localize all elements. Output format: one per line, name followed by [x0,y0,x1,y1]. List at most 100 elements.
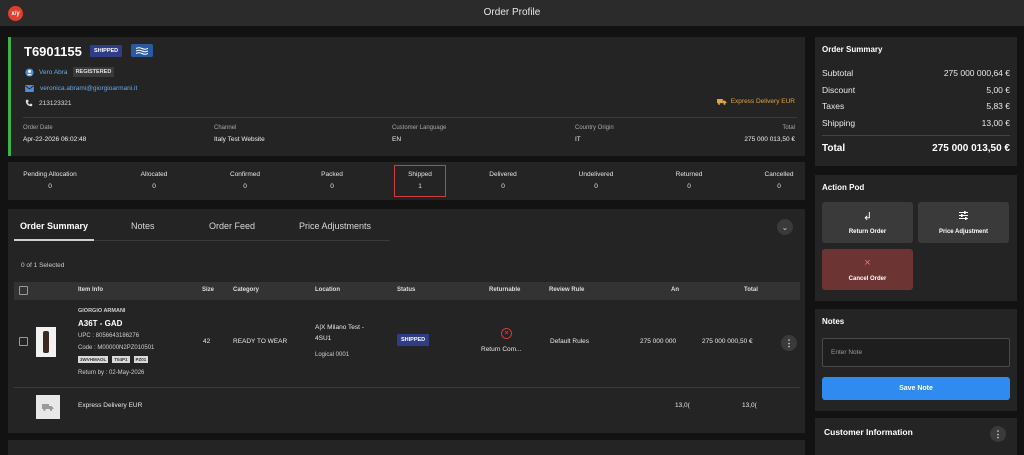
customer-row: Vero Abra REGISTERED [25,67,115,77]
status-packed[interactable]: Packed 0 [292,171,372,190]
cancel-order-button[interactable]: × Cancel Order [822,249,913,290]
truck-icon [36,395,60,419]
not-returnable-icon: × [501,328,512,339]
delivery-method-label: Express Delivery EUR [730,98,795,105]
next-panel-edge [8,440,805,455]
status-count: 0 [687,183,691,190]
summary-label: Discount [822,85,856,95]
meta-label: Order Date [23,125,53,131]
shipping-total: 13,0( [742,402,757,409]
order-header-card: T6901155 SHIPPED Vero Abra REGISTERED ve… [8,37,805,156]
item-return-by: Return by : 02-May-2026 [78,370,145,376]
tab-bar: Order Summary Notes Order Feed Price Adj… [14,221,390,241]
table-row-shipping[interactable]: Express Delivery EUR 13,0( 13,0( [14,389,800,429]
note-input[interactable] [822,338,1010,367]
return-order-button[interactable]: ↲ Return Order [822,202,913,243]
item-upc: UPC : 8056643186276 [78,333,140,339]
page-title: Order Profile [483,7,541,18]
status-count: 0 [594,183,598,190]
customer-menu-icon[interactable]: ⋮ [990,426,1006,442]
truck-icon [716,99,727,105]
status-strip: Pending Allocation 0 Allocated 0 Confirmed… [8,162,805,200]
product-thumbnail[interactable] [36,327,56,357]
item-code: Code : M00000N2PZ010501 [78,345,155,351]
item-total: 275 000 000,50 € [702,338,753,345]
status-shipped[interactable]: Shipped 1 [380,171,460,190]
row-menu-icon[interactable]: ⋮ [781,335,797,351]
meta-value: Apr-22-2026 06:02:48 [23,136,87,143]
tab-price-adjustments[interactable]: Price Adjustments [299,221,371,231]
status-allocated[interactable]: Allocated 0 [114,171,194,190]
item-size: 42 [203,338,211,345]
item-name: A36T - GAD [78,319,123,328]
return-arrow-icon: ↲ [862,211,873,223]
summary-label: Taxes [822,101,845,111]
status-count: 1 [418,183,422,190]
tab-notes[interactable]: Notes [131,221,155,231]
meta-country-origin: Country Origin IT [575,125,614,143]
customer-name-link[interactable]: Vero Abra [39,69,68,76]
summary-value: 5,00 € [986,85,1010,95]
item-location-line2: 4SU1 [315,335,332,342]
col-item-info: Item Info [78,287,103,293]
email-link[interactable]: veronica.abrami@giorgioarmani.it [40,85,137,92]
meta-value: 275 000 013,50 € [744,136,795,143]
summary-value: 275 000 000,64 € [943,68,1010,78]
summary-value: 5,83 € [986,101,1010,111]
table-row[interactable]: GIORGIO ARMANI A36T - GAD UPC : 80566431… [14,300,800,388]
item-status-badge: SHIPPED [397,334,430,346]
tab-order-feed[interactable]: Order Feed [209,221,255,231]
status-undelivered[interactable]: Undelivered 0 [556,171,636,190]
summary-total: Total 275 000 013,50 € [822,143,1010,154]
col-location: Location [315,287,340,293]
summary-subtotal: Subtotal 275 000 000,64 € [822,68,1010,78]
status-cancelled[interactable]: Cancelled 0 [739,171,819,190]
price-adjustment-button[interactable]: Price Adjustment [918,202,1009,243]
card-title: Action Pod [822,183,865,192]
save-note-button[interactable]: Save Note [822,377,1010,400]
summary-label: Subtotal [822,68,854,78]
status-label: Allocated [140,171,168,178]
status-returned[interactable]: Returned 0 [649,171,729,190]
meta-value: IT [575,136,581,143]
status-confirmed[interactable]: Confirmed 0 [205,171,285,190]
button-label: Return Order [848,229,887,235]
selection-count: 0 of 1 Selected [21,262,65,269]
select-all-checkbox[interactable] [19,286,28,295]
chevron-down-icon[interactable]: ⌄ [777,219,793,235]
button-label: Cancel Order [848,276,887,282]
status-label: Undelivered [578,171,614,178]
item-tag: 3WVHMAOL [78,356,109,363]
status-badge: SHIPPED [90,45,123,57]
close-icon: × [864,257,871,269]
status-label: Confirmed [230,171,260,178]
status-count: 0 [243,183,247,190]
status-label: Returned [675,171,703,178]
button-label: Price Adjustment [938,229,989,235]
item-location-line1: A|X Milano Test - [315,324,364,331]
phone-icon [25,99,33,107]
user-icon [25,67,34,77]
item-brand: GIORGIO ARMANI [78,308,126,314]
status-delivered[interactable]: Delivered 0 [463,171,543,190]
card-title: Notes [822,317,845,326]
meta-label: Customer Language [392,125,447,131]
tab-order-summary[interactable]: Order Summary [20,221,88,231]
meta-label: Channel [214,125,237,131]
item-tag: PZ01 [133,356,149,363]
status-count: 0 [777,183,781,190]
item-amount: 275 000 000 [640,338,677,345]
status-pending-allocation[interactable]: Pending Allocation 0 [10,171,90,190]
phone-number: 213123321 [39,99,72,107]
sliders-icon [918,210,1009,224]
col-total: Total [744,287,758,293]
delivery-method: Express Delivery EUR [716,98,795,105]
row-checkbox[interactable] [19,337,28,346]
meta-value: Italy Test Website [214,136,265,143]
meta-label: Country Origin [575,125,614,131]
meta-label: Total [782,125,795,131]
status-label: Shipped [408,171,432,178]
meta-customer-language: Customer Language EN [392,125,446,143]
divider [822,135,1010,136]
divider [23,117,797,118]
